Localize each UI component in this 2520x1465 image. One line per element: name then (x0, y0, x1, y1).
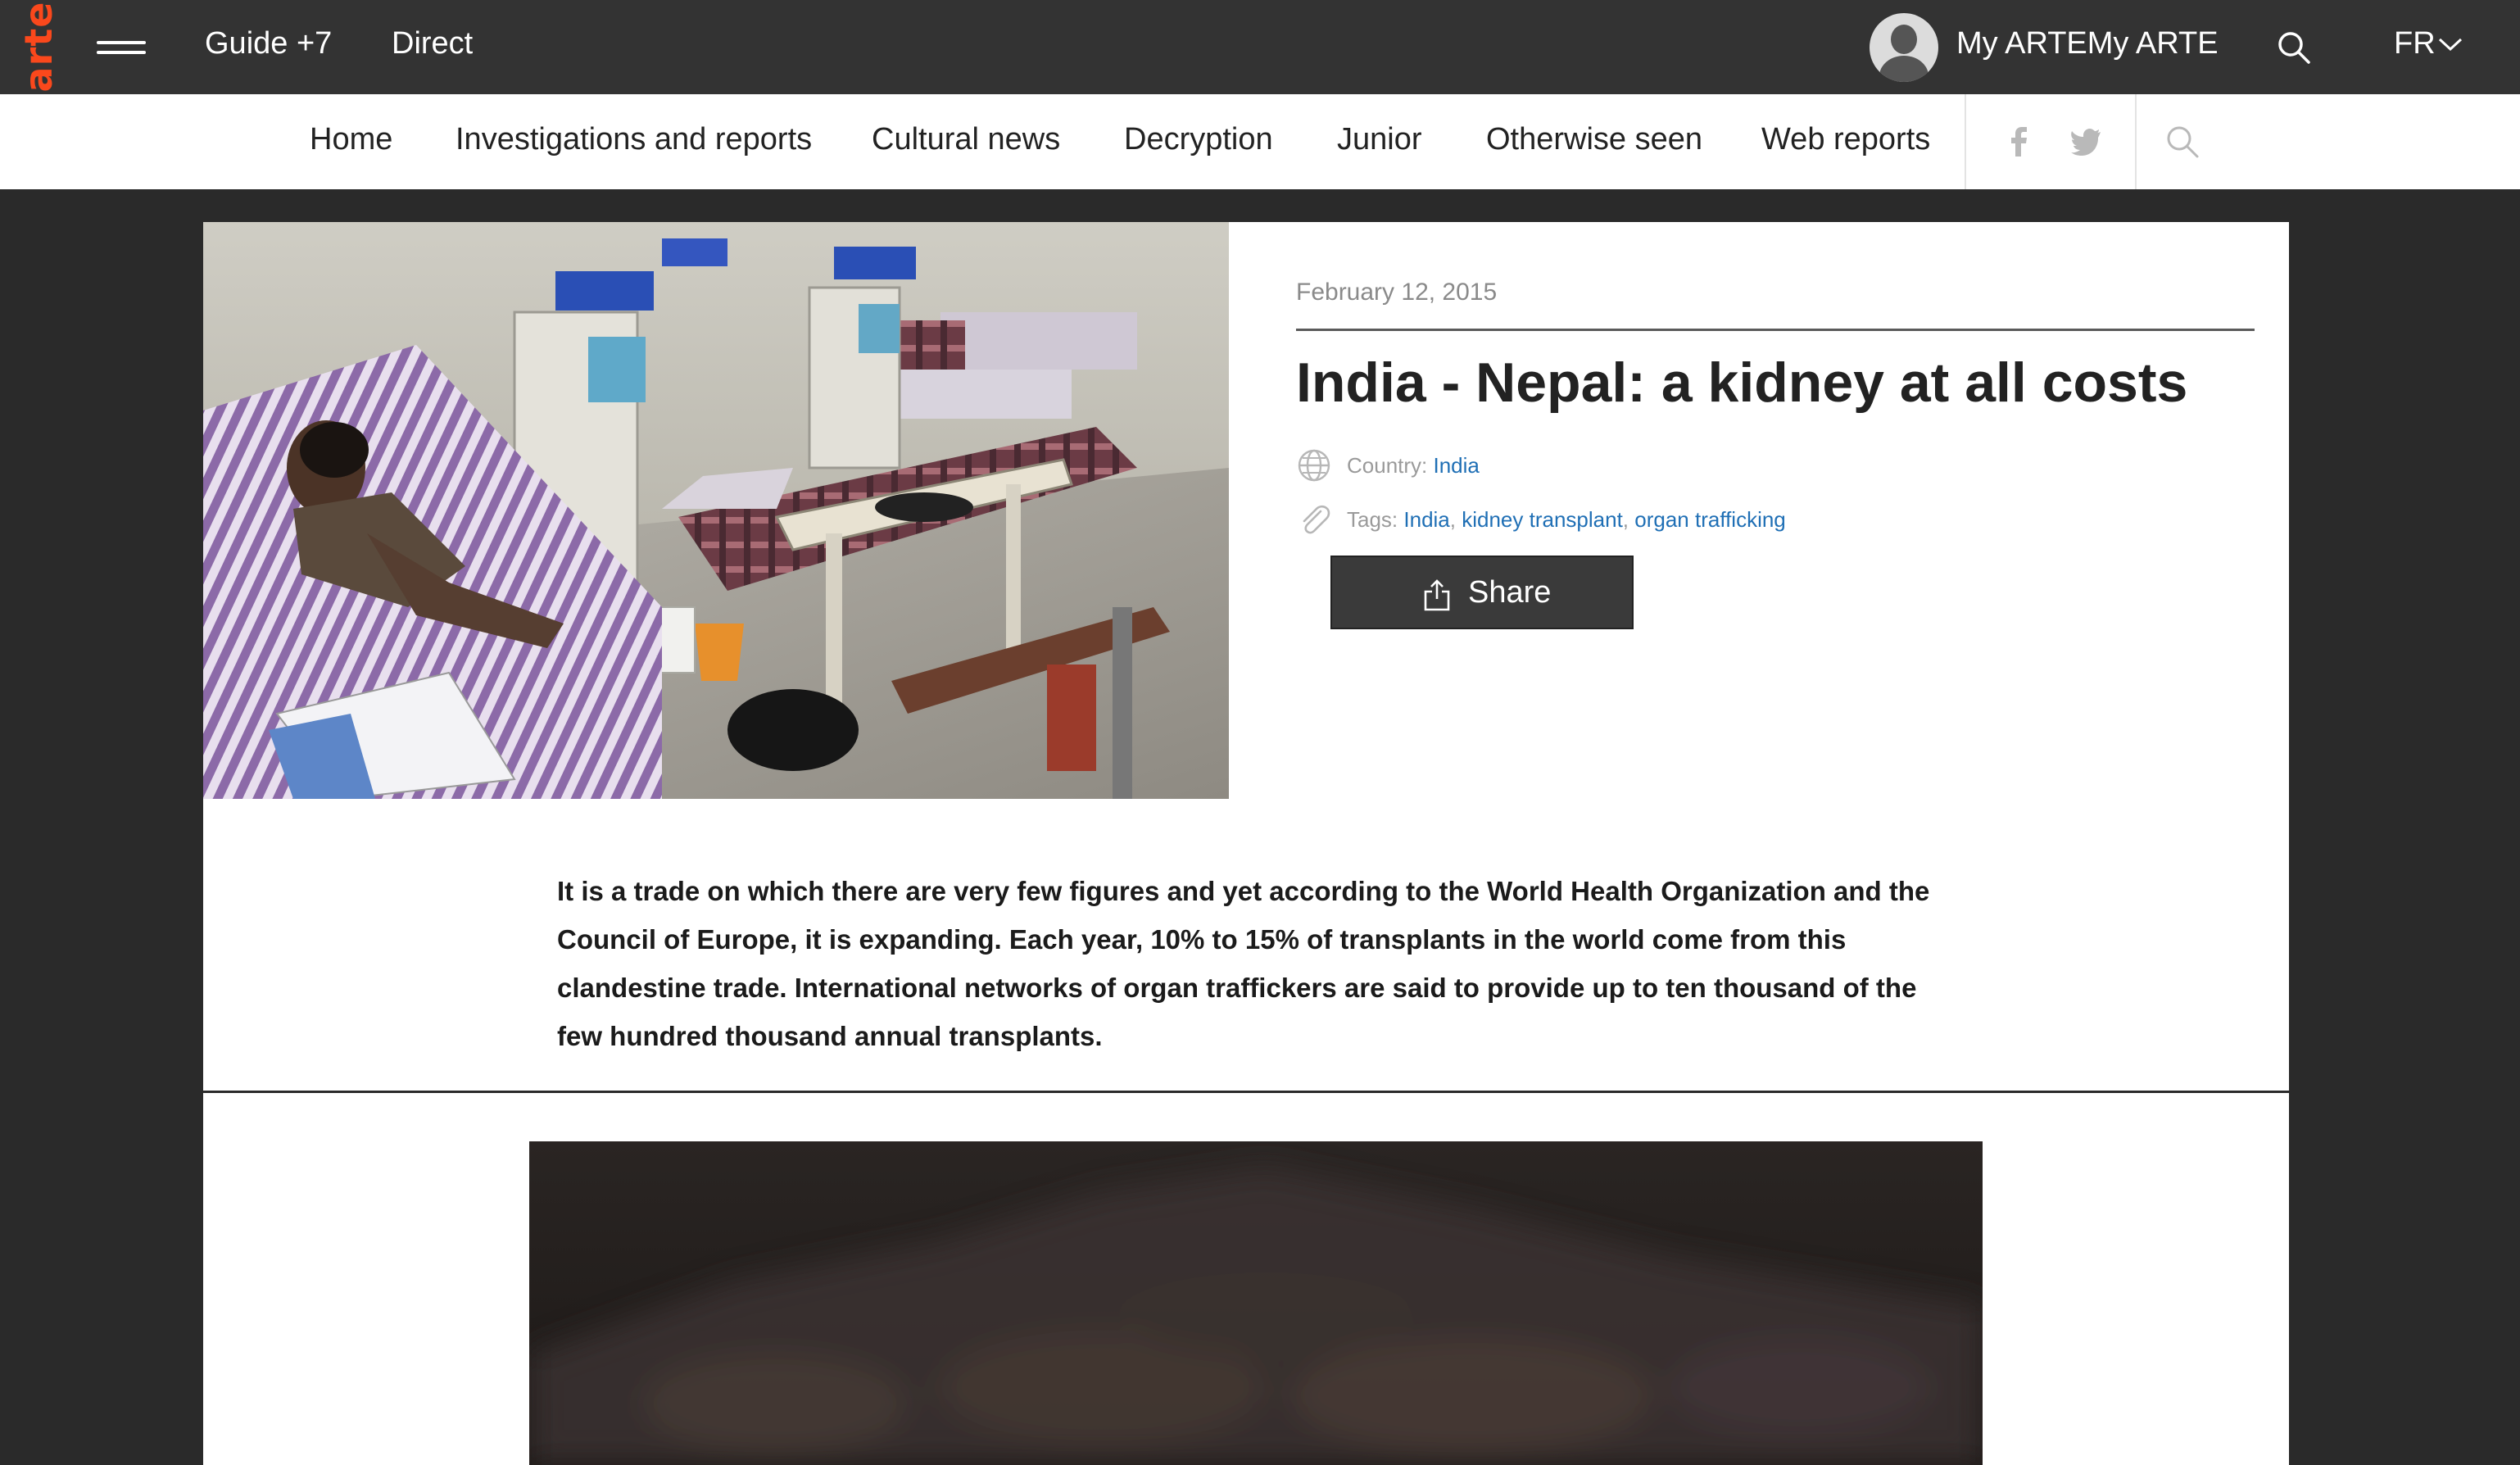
article-date: February 12, 2015 (1296, 279, 1498, 306)
my-arte-link[interactable]: My ARTEMy ARTE (1956, 26, 2219, 61)
avatar-icon[interactable] (1870, 13, 1938, 82)
country-link[interactable]: India (1434, 453, 1480, 478)
search-icon[interactable] (2164, 124, 2200, 160)
nav-item-home[interactable]: Home (310, 122, 392, 157)
header-rule (1296, 329, 2255, 331)
nav-item-junior[interactable]: Junior (1337, 122, 1422, 157)
nav-divider (2135, 94, 2137, 189)
twitter-icon[interactable] (2068, 124, 2104, 160)
globe-icon (1298, 449, 1330, 482)
article-title: India - Nepal: a kidney at all costs (1296, 352, 2188, 414)
share-button[interactable]: Share (1330, 556, 1634, 629)
paperclip-icon (1303, 505, 1330, 534)
share-icon (1424, 579, 1450, 611)
facebook-icon[interactable] (2001, 124, 2037, 160)
top-bar: arte Guide +7 Direct My ARTEMy ARTE FR (0, 0, 2520, 94)
nav-divider (1965, 94, 1966, 189)
language-selector[interactable]: FR (2394, 26, 2436, 61)
tag-link[interactable]: kidney transplant (1462, 507, 1623, 532)
section-nav: Home Investigations and reports Cultural… (0, 94, 2520, 189)
article-lead: It is a trade on which there are very fe… (557, 876, 1930, 1051)
country-label: Country: (1347, 453, 1428, 478)
nav-item-cultural-news[interactable]: Cultural news (872, 122, 1060, 157)
country-meta: Country: India (1347, 453, 1480, 479)
logo-text: arte (16, 1, 61, 93)
search-icon[interactable] (2276, 29, 2312, 66)
tag-separator: , (1622, 507, 1635, 532)
tag-link[interactable]: India (1403, 507, 1449, 532)
tag-separator: , (1449, 507, 1462, 532)
share-label: Share (1468, 575, 1552, 610)
tags-label: Tags: (1347, 507, 1398, 532)
hero-image[interactable] (203, 222, 1229, 799)
direct-link[interactable]: Direct (392, 26, 473, 61)
hamburger-menu-icon[interactable] (97, 34, 146, 59)
guide-link[interactable]: Guide +7 (205, 26, 332, 61)
chevron-down-icon[interactable] (2438, 36, 2463, 52)
nav-item-decryption[interactable]: Decryption (1124, 122, 1273, 157)
tag-link[interactable]: organ trafficking (1634, 507, 1786, 532)
arte-logo[interactable]: arte (16, 2, 61, 93)
nav-item-otherwise-seen[interactable]: Otherwise seen (1486, 122, 1702, 157)
video-player[interactable] (529, 1141, 1983, 1465)
tags-meta: Tags: India, kidney transplant, organ tr… (1347, 507, 1786, 533)
nav-item-web-reports[interactable]: Web reports (1761, 122, 1930, 157)
nav-item-investigations[interactable]: Investigations and reports (456, 122, 812, 157)
